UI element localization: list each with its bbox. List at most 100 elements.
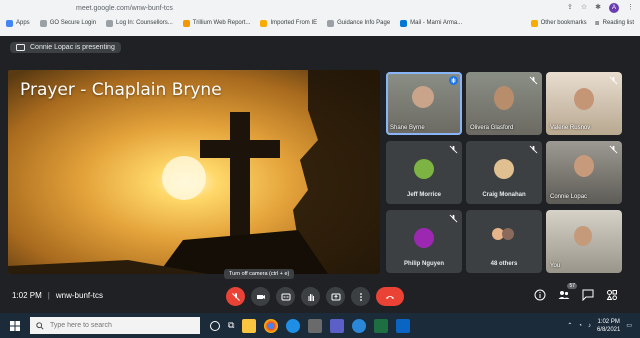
edge-icon[interactable] [286,318,301,333]
task-view-icon[interactable]: ⧉ [228,320,234,331]
participant-tile-others[interactable]: 48 others [466,210,542,273]
profile-avatar[interactable]: A [609,3,619,13]
call-controls [226,287,404,306]
avatar [414,228,434,248]
chat-button[interactable] [582,288,596,302]
presentation-stage[interactable]: Prayer - Chaplain Bryne [8,70,380,274]
participant-tile-you[interactable]: You [546,210,622,273]
others-count: 48 others [490,261,518,267]
camera-tooltip: Turn off camera (ctrl + e) [224,269,295,279]
leave-call-button[interactable] [376,287,404,306]
meeting-code: wnw-bunf-tcs [55,291,103,300]
side-panel-controls: 57 [534,283,620,302]
meet-window: Connie Lopac is presenting Prayer - Chap… [0,36,640,313]
extensions-icon[interactable]: ✱ [595,3,601,13]
mic-off-icon [231,292,240,301]
bookmark-trillium[interactable]: Trillium Web Report... [182,19,250,27]
raise-hand-button[interactable] [301,287,320,306]
participant-face [412,86,434,108]
present-now-button[interactable] [326,287,345,306]
people-button[interactable]: 57 [558,283,577,302]
file-explorer-icon[interactable] [242,318,257,333]
excel-icon[interactable] [374,318,389,333]
camera-icon [256,294,265,299]
network-icon[interactable]: ◔ [578,323,582,329]
participant-name: Jeff Morrice [406,192,441,198]
settings-icon[interactable] [308,318,323,333]
clock-time: 1:02 PM [597,318,620,325]
people-icon [558,291,570,299]
bookmark-folder-ie[interactable]: Imported From IE [260,19,317,27]
mic-off-icon [449,214,458,223]
chrome-icon[interactable] [264,318,279,333]
participant-tile-connie-lopac[interactable]: Connie Lopac [546,141,622,204]
slide-title: Prayer - Chaplain Bryne [20,80,222,100]
mic-off-icon [609,145,618,154]
participant-tile-jeff-morrice[interactable]: Jeff Morrice [386,141,462,204]
separator: | [47,291,50,300]
info-icon [534,289,546,301]
address-bar[interactable]: meet.google.com/wnw-bunf-tcs ⇪ ☆ ✱ A ⋮ [6,2,634,14]
participant-name: Craig Monahan [482,192,526,198]
star-icon[interactable]: ☆ [581,3,587,13]
avatar [494,159,514,179]
edge-alt-icon[interactable] [352,318,367,333]
captions-button[interactable] [276,287,295,306]
present-icon [331,293,340,300]
other-bookmarks[interactable]: Other bookmarks [530,19,587,27]
participant-name: Shane Byrne [390,125,425,131]
reading-list[interactable]: ≣ Reading list [595,20,634,27]
apps-icon [6,19,13,27]
participant-name: Philip Nguyen [403,261,444,267]
outlook-icon[interactable] [396,318,411,333]
hand-icon [308,293,314,301]
start-button[interactable] [6,313,24,338]
participant-tile-valerie-rusnov[interactable]: Valerie Rusnov [546,72,622,135]
chat-icon [582,289,594,302]
teams-icon[interactable] [330,318,345,333]
more-options-button[interactable] [351,287,370,306]
notifications-icon[interactable]: ▭ [626,322,632,329]
camera-toggle-button[interactable] [251,287,270,306]
bookmarks-bar: Apps GO Secure Login Log In: Counsellors… [6,16,634,30]
bookmark-go-secure[interactable]: GO Secure Login [39,19,96,27]
participant-face [574,88,594,110]
captions-icon [281,293,290,300]
shapes-icon [606,290,617,300]
bookmark-guidance[interactable]: Guidance Info Page [327,19,390,27]
mic-toggle-button[interactable] [226,287,245,306]
pinned-apps: ⧉ [210,318,411,333]
participant-tile-olivera-glasford[interactable]: Olivera Glasford [466,72,542,135]
mic-off-icon [449,145,458,154]
participant-face [574,226,592,246]
search-icon [36,321,44,330]
share-icon[interactable]: ⇪ [567,3,573,13]
meeting-info: 1:02 PM | wnw-bunf-tcs [12,291,103,300]
bookmark-mail[interactable]: Mail - Marni Arma... [400,19,462,27]
volume-icon[interactable]: ♪ [588,323,591,329]
mic-off-icon [609,76,618,85]
menu-icon[interactable]: ⋮ [627,3,634,13]
tray-overflow-icon[interactable]: ⌃ [567,322,572,329]
participant-tile-philip-nguyen[interactable]: Philip Nguyen [386,210,462,273]
mail-icon [400,19,408,27]
avatar [414,159,434,179]
bookmark-apps[interactable]: Apps [6,19,30,27]
url-text[interactable]: meet.google.com/wnw-bunf-tcs [76,5,173,12]
participant-tile-shane-byrne[interactable]: Shane Byrne [386,72,462,135]
system-clock[interactable]: 1:02 PM 6/8/2021 [597,318,620,334]
participant-face [494,86,514,110]
reading-list-icon: ≣ [594,20,600,27]
avatar [502,228,514,240]
bookmark-counsellors[interactable]: Log In: Counsellors... [106,19,173,27]
cortana-icon[interactable] [210,320,220,331]
activities-button[interactable] [606,288,620,302]
taskbar-search[interactable] [30,317,200,334]
search-input[interactable] [50,322,190,329]
meeting-time: 1:02 PM [12,291,42,300]
presenting-pill[interactable]: Connie Lopac is presenting [10,41,121,53]
mic-off-icon [529,145,538,154]
meeting-details-button[interactable] [534,288,548,302]
folder-icon [530,19,538,27]
participant-tile-craig-monahan[interactable]: Craig Monahan [466,141,542,204]
